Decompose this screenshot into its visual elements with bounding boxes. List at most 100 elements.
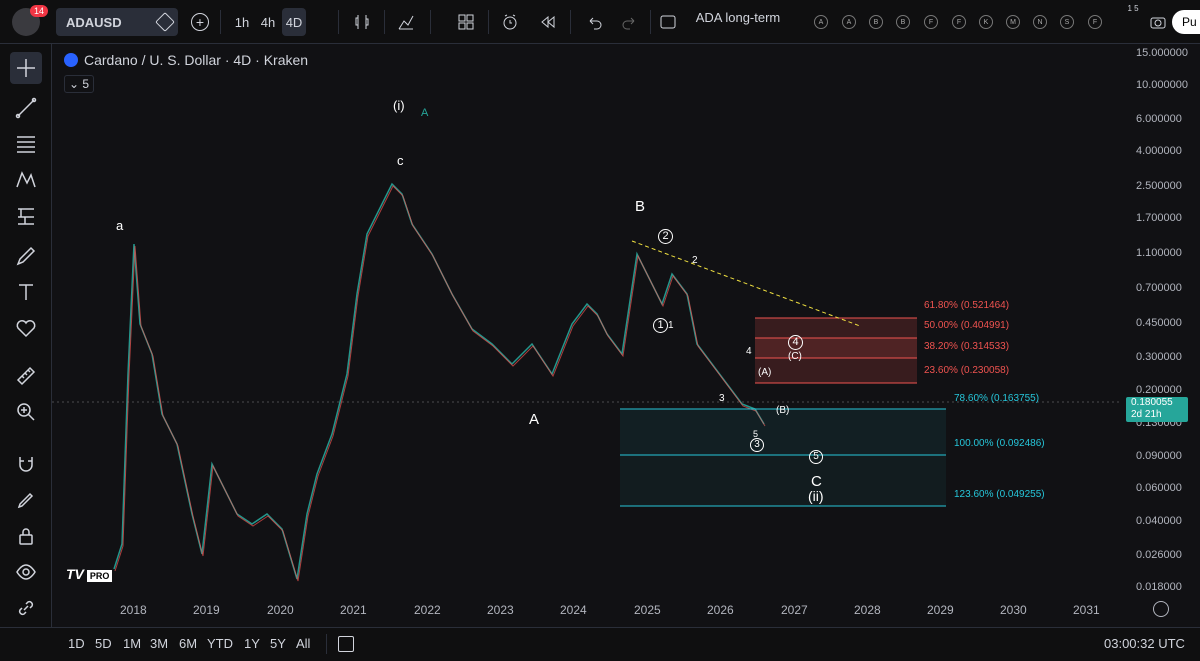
range-1y[interactable]: 1Y [244, 636, 260, 651]
timeframe-4d[interactable]: 4D [282, 8, 306, 36]
symbol-label: ADAUSD [66, 14, 122, 30]
wave-label: a [116, 218, 124, 233]
ruler-icon[interactable] [10, 360, 42, 392]
time-tick-label: 2030 [1000, 603, 1027, 617]
time-tick-label: 2023 [487, 603, 514, 617]
wave-label-circled: 2 [658, 229, 673, 244]
utc-clock[interactable]: 03:00:32 UTC [1104, 636, 1185, 651]
bottom-toolbar: 1D 5D 1M 3M 6M YTD 1Y 5Y All 03:00:32 UT… [0, 627, 1200, 661]
chart-area[interactable] [52, 44, 1200, 627]
divider [488, 10, 489, 34]
alert-letter-f[interactable]: F [924, 15, 938, 29]
wave-label: A [529, 411, 540, 428]
fib-level-label: 61.80% (0.521464) [924, 300, 1010, 311]
price-tick-label: 1.700000 [1136, 212, 1182, 224]
eye-icon[interactable] [10, 556, 42, 588]
time-tick-label: 2024 [560, 603, 587, 617]
current-price: 0.180055 [1131, 397, 1173, 408]
alert-letter-a[interactable]: A [814, 15, 828, 29]
settings-gear-icon[interactable] [1153, 601, 1169, 617]
layout-icon[interactable] [656, 8, 680, 36]
indicators-toggle[interactable]: ⌄ 5 [64, 75, 95, 93]
chart-legend: Cardano / U. S. Dollar · 4D · Kraken [64, 52, 308, 68]
wave-label-circled: 1 [653, 318, 668, 333]
candle-type-icon[interactable] [350, 8, 374, 36]
plus-icon: + [191, 13, 209, 31]
range-1d[interactable]: 1D [68, 636, 85, 651]
alert-letter-b[interactable]: B [896, 15, 910, 29]
fib-level-label: 23.60% (0.230058) [924, 365, 1010, 376]
price-tick-label: 10.000000 [1136, 79, 1188, 91]
range-3m[interactable]: 3M [150, 636, 168, 651]
text-icon[interactable] [10, 276, 42, 308]
heart-icon[interactable] [10, 312, 42, 344]
small-badge: 1 5 [1127, 4, 1139, 13]
divider [384, 10, 385, 34]
time-axis[interactable]: 2018 2019 2020 2021 2022 2023 2024 2025 2026 2027… [52, 599, 1200, 623]
trendline-icon[interactable] [10, 92, 42, 124]
camera-icon[interactable] [1146, 8, 1170, 36]
fib-retracement-icon[interactable] [10, 128, 42, 160]
timeframe-1h[interactable]: 1h [230, 8, 254, 36]
range-5y[interactable]: 5Y [270, 636, 286, 651]
range-6m[interactable]: 6M [179, 636, 197, 651]
magnet-icon[interactable] [10, 448, 42, 480]
tradingview-logo: TV PRO [66, 566, 113, 582]
time-tick-label: 2027 [781, 603, 808, 617]
cardano-logo-icon [64, 53, 78, 67]
price-tick-label: 0.040000 [1136, 515, 1182, 527]
wave-label: B [635, 198, 646, 215]
time-tick-label: 2019 [193, 603, 220, 617]
replay-icon[interactable] [536, 8, 560, 36]
wave-label: 3 [719, 393, 725, 404]
lock-icon[interactable] [10, 520, 42, 552]
timeframe-4h[interactable]: 4h [256, 8, 280, 36]
fib-zone [620, 455, 946, 506]
templates-icon[interactable] [454, 8, 478, 36]
price-tick-label: 2.500000 [1136, 180, 1182, 192]
price-tick-label: 4.000000 [1136, 145, 1182, 157]
alert-letter-f[interactable]: F [952, 15, 966, 29]
bar-countdown: 2d 21h [1131, 409, 1162, 420]
projection-icon[interactable] [10, 200, 42, 232]
compare-symbol-button[interactable]: + [188, 8, 212, 36]
range-5d[interactable]: 5D [95, 636, 112, 651]
layout-name[interactable]: ADA long-term [690, 6, 786, 28]
zoom-icon[interactable] [10, 396, 42, 428]
wave-label: 1 [668, 320, 674, 331]
indicator-count: 5 [82, 77, 90, 91]
alert-letter-k[interactable]: K [979, 15, 993, 29]
crosshair-icon[interactable] [10, 52, 42, 84]
indicators-icon[interactable] [394, 8, 418, 36]
range-1m[interactable]: 1M [123, 636, 141, 651]
alert-letter-m[interactable]: M [1006, 15, 1020, 29]
price-chart[interactable] [52, 44, 1200, 627]
price-axis[interactable]: 15.000000 10.000000 6.000000 4.000000 2.5000… [1120, 44, 1200, 599]
alert-letter-b[interactable]: B [869, 15, 883, 29]
symbol-search-button[interactable]: ADAUSD [56, 8, 178, 36]
price-tick-label: 0.300000 [1136, 351, 1182, 363]
price-tick-label: 0.200000 [1136, 384, 1182, 396]
trend-line [631, 240, 861, 327]
goto-date-icon[interactable] [338, 636, 354, 652]
alert-letter-a[interactable]: A [842, 15, 856, 29]
alert-icon[interactable] [498, 8, 522, 36]
pattern-icon[interactable] [10, 164, 42, 196]
brush-icon[interactable] [10, 240, 42, 272]
range-ytd[interactable]: YTD [207, 636, 233, 651]
time-tick-label: 2018 [120, 603, 147, 617]
publish-button[interactable]: Pu [1172, 10, 1200, 34]
divider [430, 10, 431, 34]
wave-label: 4 [746, 346, 752, 357]
alert-letter-f[interactable]: F [1088, 15, 1102, 29]
alert-letter-s[interactable]: S [1060, 15, 1074, 29]
undo-icon[interactable] [582, 8, 606, 36]
time-tick-label: 2025 [634, 603, 661, 617]
link-icon[interactable] [10, 592, 42, 624]
lock-pencil-icon[interactable] [10, 484, 42, 516]
fib-level-label: 100.00% (0.092486) [954, 438, 1045, 449]
redo-icon[interactable] [618, 8, 642, 36]
symbol-icon [155, 12, 175, 32]
alert-letter-n[interactable]: N [1033, 15, 1047, 29]
range-all[interactable]: All [296, 636, 310, 651]
